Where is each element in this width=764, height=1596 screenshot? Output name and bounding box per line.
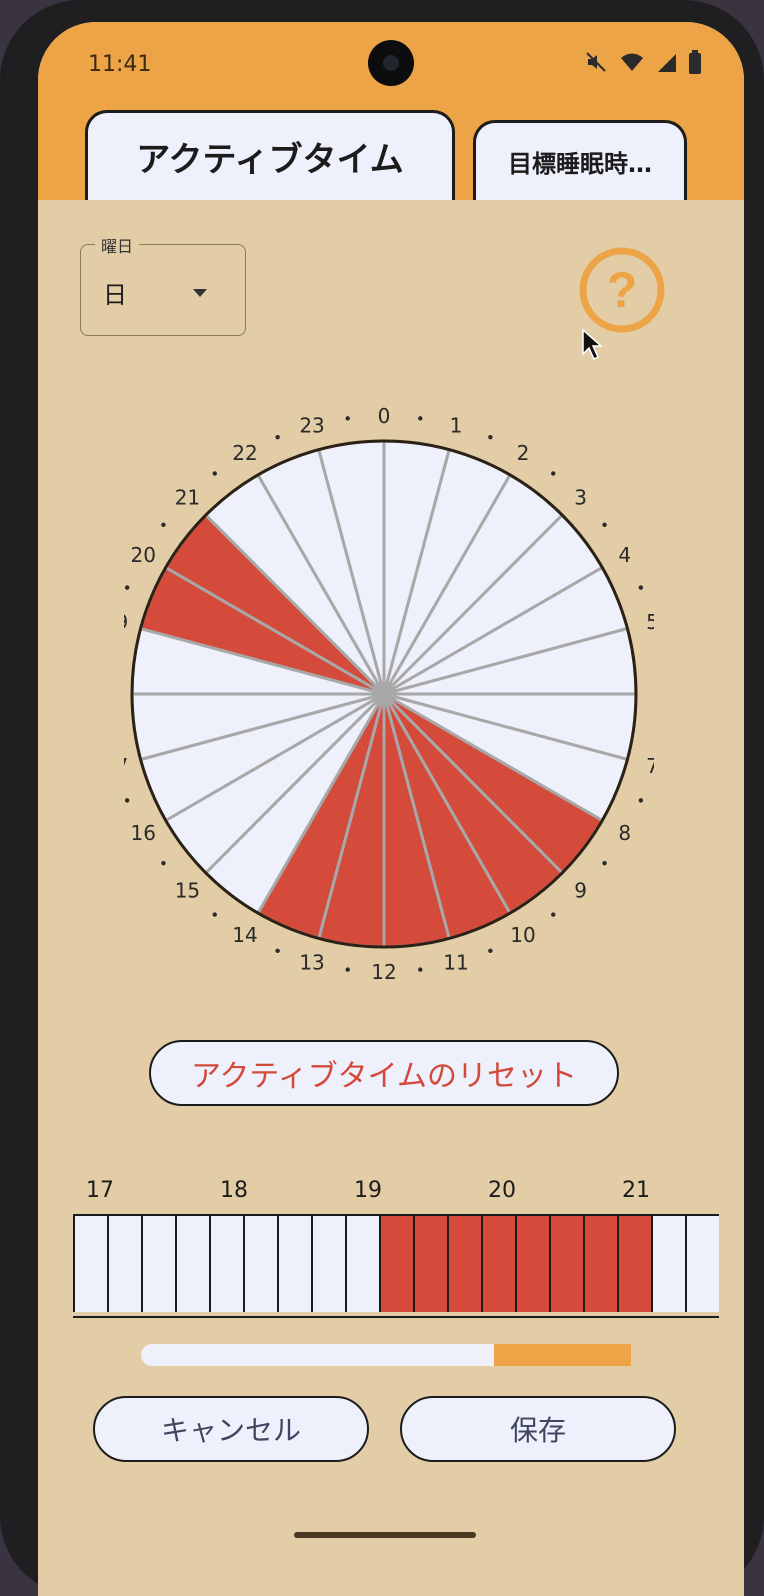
home-indicator[interactable] <box>294 1532 476 1538</box>
timeline-label-20: 20 <box>488 1178 516 1203</box>
time-slot-17[interactable] <box>651 1216 685 1312</box>
wifi-icon <box>621 53 643 71</box>
hour-label-9: 9 <box>574 879 587 903</box>
timeline-label-19: 19 <box>354 1178 382 1203</box>
half-hour-dot <box>275 434 280 440</box>
save-button[interactable]: 保存 <box>400 1396 676 1462</box>
half-hour-dot <box>161 861 166 866</box>
hour-label-1: 1 <box>450 413 463 437</box>
half-hour-dot <box>212 912 217 917</box>
hour-label-19: 19 <box>124 610 128 634</box>
hour-label-15: 15 <box>175 879 200 903</box>
help-circle-icon[interactable]: ? <box>578 246 666 334</box>
status-icons <box>584 50 702 74</box>
tab-target-sleep-time[interactable]: 目標睡眠時… <box>473 120 687 200</box>
hour-label-11: 11 <box>443 951 468 975</box>
half-hour-dot <box>212 471 217 476</box>
half-hour-dot <box>638 798 644 803</box>
cancel-button[interactable]: キャンセル <box>93 1396 369 1462</box>
hour-label-2: 2 <box>517 441 530 465</box>
time-slot-2[interactable] <box>141 1216 175 1312</box>
time-slot-6[interactable] <box>277 1216 311 1312</box>
half-hour-dot <box>551 471 556 476</box>
time-slot-5[interactable] <box>243 1216 277 1312</box>
time-slot-18[interactable] <box>685 1216 719 1312</box>
timeline-label-18: 18 <box>220 1178 248 1203</box>
half-hour-dot <box>345 967 350 972</box>
time-slot-16[interactable] <box>617 1216 651 1312</box>
half-hour-dot <box>488 948 493 954</box>
time-slot-8[interactable] <box>345 1216 379 1312</box>
clock-center <box>378 688 390 700</box>
time-slot-10[interactable] <box>413 1216 447 1312</box>
half-hour-dot <box>345 416 350 421</box>
hour-label-7: 7 <box>646 754 654 778</box>
time-slot-7[interactable] <box>311 1216 345 1312</box>
half-hour-dot <box>124 585 130 590</box>
tab-active-time[interactable]: アクティブタイム <box>85 110 455 200</box>
day-select-value: 日 <box>103 281 127 309</box>
time-slot-4[interactable] <box>209 1216 243 1312</box>
hour-label-12: 12 <box>371 960 396 984</box>
time-slot-15[interactable] <box>583 1216 617 1312</box>
camera-cutout <box>368 40 414 86</box>
hour-label-5: 5 <box>646 610 654 634</box>
timeline-hour-labels: 17 18 19 20 21 <box>38 1178 744 1208</box>
hour-label-21: 21 <box>175 485 200 509</box>
half-hour-dot <box>602 522 607 527</box>
status-time: 11:41 <box>88 52 152 77</box>
signal-icon <box>658 54 676 72</box>
hour-label-0: 0 <box>378 404 391 428</box>
battery-icon <box>689 50 701 74</box>
timeline-label-21: 21 <box>622 1178 650 1203</box>
timeline-label-17: 17 <box>86 1178 114 1203</box>
hour-label-4: 4 <box>618 543 631 567</box>
hour-label-13: 13 <box>299 951 324 975</box>
time-slot-12[interactable] <box>481 1216 515 1312</box>
mouse-cursor-icon <box>582 328 603 361</box>
time-slot-9[interactable] <box>379 1216 413 1312</box>
half-hour-dot <box>124 798 130 803</box>
svg-text:?: ? <box>607 262 638 318</box>
hour-label-23: 23 <box>299 413 324 437</box>
half-hour-dot <box>551 912 556 917</box>
hour-label-8: 8 <box>618 821 631 845</box>
day-select[interactable]: 曜日 日 <box>80 233 246 336</box>
time-slot-14[interactable] <box>549 1216 583 1312</box>
phone-frame: 11:41 アクティブタイム 目標睡眠時… 曜日 日 ? 01234567891… <box>0 0 764 1596</box>
scrollbar-thumb[interactable] <box>493 1344 631 1366</box>
half-hour-dot <box>418 967 423 972</box>
hour-label-16: 16 <box>131 821 156 845</box>
hour-label-3: 3 <box>574 485 587 509</box>
hour-clock[interactable]: 01234567891011121314151617181920212223 <box>124 400 654 986</box>
hour-label-17: 17 <box>124 754 128 778</box>
time-slot-13[interactable] <box>515 1216 549 1312</box>
half-hour-dot <box>275 948 280 954</box>
half-hour-dot <box>161 522 166 527</box>
hour-label-22: 22 <box>232 441 257 465</box>
day-select-label: 曜日 <box>95 233 140 257</box>
time-slot-11[interactable] <box>447 1216 481 1312</box>
time-slot-0[interactable] <box>73 1216 107 1312</box>
time-slot-1[interactable] <box>107 1216 141 1312</box>
time-slot-3[interactable] <box>175 1216 209 1312</box>
timeline-slots[interactable] <box>73 1214 719 1318</box>
half-hour-dot <box>638 585 644 590</box>
half-hour-dot <box>602 861 607 866</box>
mute-icon <box>586 52 606 72</box>
hour-label-14: 14 <box>232 923 257 947</box>
screen: 11:41 アクティブタイム 目標睡眠時… 曜日 日 ? 01234567891… <box>38 22 744 1596</box>
chevron-down-icon <box>193 289 207 297</box>
reset-active-time-button[interactable]: アクティブタイムのリセット <box>149 1040 619 1106</box>
timeline-scrollbar[interactable] <box>141 1344 631 1366</box>
half-hour-dot <box>418 416 423 421</box>
hour-label-20: 20 <box>131 543 156 567</box>
half-hour-dot <box>488 434 493 440</box>
hour-label-10: 10 <box>510 923 535 947</box>
